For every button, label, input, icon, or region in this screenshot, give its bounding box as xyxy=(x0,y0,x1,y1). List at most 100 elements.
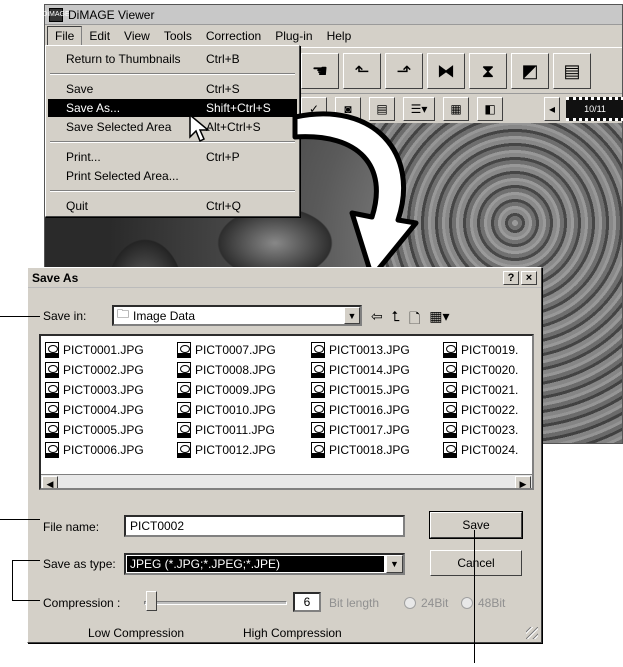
new-folder-icon[interactable]: 🗋 xyxy=(409,308,420,332)
menu-item-return-to-thumbnails[interactable]: Return to Thumbnails Ctrl+B xyxy=(48,50,297,68)
file-item[interactable]: PICT0018.JPG xyxy=(311,440,410,460)
menu-item-label: Print... xyxy=(66,150,101,164)
file-name-input[interactable]: PICT0002 xyxy=(124,515,405,537)
app-icon: DiMAGE xyxy=(42,7,70,22)
flip-vertical-button[interactable]: ⧗ xyxy=(469,53,507,89)
file-item[interactable]: PICT0011.JPG xyxy=(177,420,276,440)
menu-item-print[interactable]: Print... Ctrl+P xyxy=(48,148,297,166)
file-item[interactable]: PICT0012.JPG xyxy=(177,440,276,460)
menu-correction[interactable]: Correction xyxy=(199,27,268,45)
menu-item-quit[interactable]: Quit Ctrl+Q xyxy=(48,197,297,215)
file-item[interactable]: PICT0007.JPG xyxy=(177,340,276,360)
file-item[interactable]: PICT0005.JPG xyxy=(45,420,144,440)
file-item[interactable]: PICT0003.JPG xyxy=(45,380,144,400)
rotate-left-button[interactable]: ⬑ xyxy=(343,53,381,89)
menu-item-save[interactable]: Save Ctrl+S xyxy=(48,80,297,98)
up-folder-icon[interactable]: ⮤ xyxy=(392,308,400,332)
file-item[interactable]: PICT0004.JPG xyxy=(45,400,144,420)
jpeg-file-icon xyxy=(443,442,457,458)
folder-icon: 🗀 xyxy=(117,307,130,321)
compression-slider-track[interactable] xyxy=(144,601,287,605)
file-item[interactable]: PICT0019. xyxy=(443,340,518,360)
menu-item-label: Quit xyxy=(66,199,89,213)
menu-item-print-selected-area[interactable]: Print Selected Area... xyxy=(48,167,297,185)
horizontal-scrollbar[interactable]: ◀ ▶ xyxy=(41,474,532,488)
cancel-button-label: Cancel xyxy=(457,556,495,570)
scroll-left-icon[interactable]: ◀ xyxy=(42,476,58,488)
file-item[interactable]: PICT0001.JPG xyxy=(45,340,144,360)
bit48-radio[interactable] xyxy=(461,597,473,609)
prev-frame-button[interactable]: ◂ xyxy=(544,97,560,121)
file-item[interactable]: PICT0021. xyxy=(443,380,518,400)
flip-vertical-icon: ⧗ xyxy=(481,60,495,81)
color-icon: ▦ xyxy=(450,102,462,116)
resize-grip-icon[interactable] xyxy=(526,627,538,639)
file-name-label: File name: xyxy=(43,520,100,534)
file-item[interactable]: PICT0002.JPG xyxy=(45,360,144,380)
menu-edit[interactable]: Edit xyxy=(82,27,117,45)
menu-item-shortcut: Alt+Ctrl+S xyxy=(206,120,261,134)
save-button[interactable]: Save xyxy=(429,511,523,539)
view-menu-icon[interactable]: ▦▾ xyxy=(429,308,449,332)
file-label: PICT0019. xyxy=(461,343,519,357)
close-button[interactable]: × xyxy=(521,271,537,285)
export-button[interactable]: ▤ xyxy=(553,53,591,89)
file-label: PICT0021. xyxy=(461,383,519,397)
save-button-label: Save xyxy=(462,518,490,532)
color-button[interactable]: ▦ xyxy=(443,97,469,121)
file-item[interactable]: PICT0017.JPG xyxy=(311,420,410,440)
menu-plugin[interactable]: Plug-in xyxy=(268,27,319,45)
jpeg-file-icon xyxy=(443,362,457,378)
help-button[interactable]: ? xyxy=(503,271,519,285)
menu-help[interactable]: Help xyxy=(320,27,359,45)
jpeg-file-icon xyxy=(45,402,59,418)
menu-item-shortcut: Ctrl+B xyxy=(206,52,240,66)
jpeg-file-icon xyxy=(177,442,191,458)
low-compression-label: Low Compression xyxy=(88,626,185,640)
bit24-radio[interactable] xyxy=(404,597,416,609)
callout-line-save-in xyxy=(0,316,40,317)
file-list: PICT0001.JPG PICT0002.JPG PICT0003.JPG P… xyxy=(39,334,534,490)
file-item[interactable]: PICT0016.JPG xyxy=(311,400,410,420)
file-item[interactable]: PICT0010.JPG xyxy=(177,400,276,420)
hand-tool-button[interactable]: ☚ xyxy=(301,53,339,89)
back-arrow-icon[interactable]: ⇦ xyxy=(371,308,383,332)
file-item[interactable]: PICT0009.JPG xyxy=(177,380,276,400)
file-label: PICT0003.JPG xyxy=(63,383,144,397)
menu-item-save-as[interactable]: Save As... Shift+Ctrl+S xyxy=(48,99,297,117)
file-item[interactable]: PICT0023. xyxy=(443,420,518,440)
file-item[interactable]: PICT0013.JPG xyxy=(311,340,410,360)
menu-item-shortcut: Ctrl+P xyxy=(206,150,240,164)
menu-item-label: Save As... xyxy=(66,101,121,115)
file-label: PICT0004.JPG xyxy=(63,403,144,417)
menu-separator xyxy=(50,73,295,75)
file-item[interactable]: PICT0008.JPG xyxy=(177,360,276,380)
file-item[interactable]: PICT0022. xyxy=(443,400,518,420)
file-item[interactable]: PICT0024. xyxy=(443,440,518,460)
resize-button[interactable]: ◩ xyxy=(511,53,549,89)
file-label: PICT0010.JPG xyxy=(195,403,276,417)
file-item[interactable]: PICT0020. xyxy=(443,360,518,380)
rotate-right-button[interactable]: ⬏ xyxy=(385,53,423,89)
menu-item-save-selected-area[interactable]: Save Selected Area Alt+Ctrl+S xyxy=(48,118,297,136)
flip-horizontal-button[interactable]: ⧓ xyxy=(427,53,465,89)
cancel-button[interactable]: Cancel xyxy=(430,550,522,576)
menu-view[interactable]: View xyxy=(117,27,157,45)
file-label: PICT0001.JPG xyxy=(63,343,144,357)
scroll-right-icon[interactable]: ▶ xyxy=(515,476,531,488)
compare-button[interactable]: ◧ xyxy=(477,97,503,121)
filmstrip-counter: 10/11 xyxy=(566,97,623,121)
compression-slider-thumb[interactable] xyxy=(146,591,157,611)
jpeg-file-icon xyxy=(443,402,457,418)
app-title: DiMAGE Viewer xyxy=(68,7,155,22)
file-item[interactable]: PICT0006.JPG xyxy=(45,440,144,460)
chevron-down-icon: ▼ xyxy=(386,555,403,573)
file-item[interactable]: PICT0014.JPG xyxy=(311,360,410,380)
save-in-dropdown[interactable]: 🗀 Image Data ▼ xyxy=(112,305,362,326)
menu-file[interactable]: File xyxy=(47,25,83,46)
menu-tools[interactable]: Tools xyxy=(157,27,199,45)
callout-bracket xyxy=(12,560,13,600)
save-as-type-dropdown[interactable]: JPEG (*.JPG;*.JPEG;*.JPE) ▼ xyxy=(124,553,405,575)
file-item[interactable]: PICT0015.JPG xyxy=(311,380,410,400)
callout-line-save-button xyxy=(474,530,475,663)
